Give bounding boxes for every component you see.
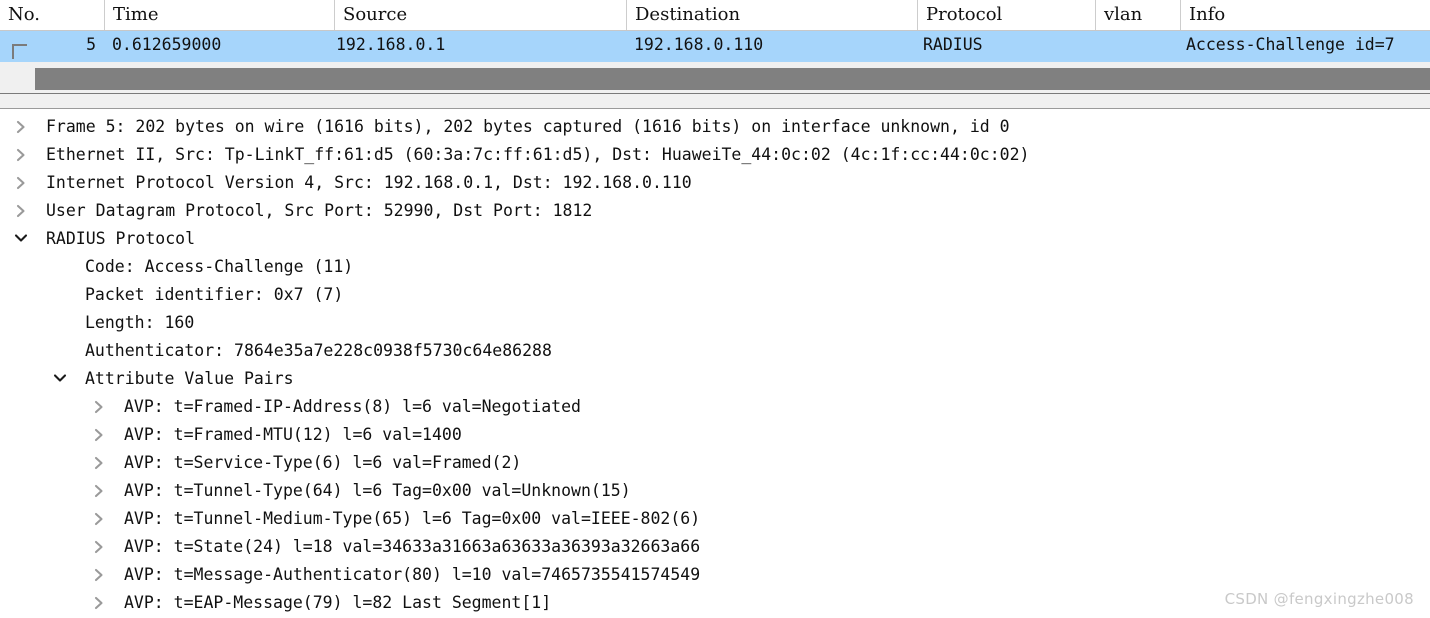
chevron-right-icon[interactable]: [90, 421, 108, 449]
packet-list-pane[interactable]: No. Time Source Destination Protocol vla…: [0, 0, 1430, 94]
column-header-time[interactable]: Time: [104, 0, 334, 30]
detail-tree-row-label: AVP: t=Service-Type(6) l=6 val=Framed(2): [124, 453, 522, 472]
detail-tree-row-label: Internet Protocol Version 4, Src: 192.16…: [46, 173, 692, 192]
column-header-source[interactable]: Source: [334, 0, 626, 30]
detail-tree-row-label: AVP: t=Tunnel-Type(64) l=6 Tag=0x00 val=…: [124, 481, 631, 500]
detail-tree-row-label: Packet identifier: 0x7 (7): [85, 285, 344, 304]
chevron-down-icon[interactable]: [12, 225, 30, 253]
chevron-right-icon[interactable]: [90, 533, 108, 561]
cell-info: Access-Challenge id=7: [1186, 35, 1395, 54]
column-header-info[interactable]: Info: [1180, 0, 1430, 30]
detail-tree-row-label: Authenticator: 7864e35a7e228c0938f5730c6…: [85, 341, 552, 360]
cell-no: 5: [86, 35, 96, 54]
detail-tree-row-label: User Datagram Protocol, Src Port: 52990,…: [46, 201, 593, 220]
detail-tree-row[interactable]: AVP: t=Tunnel-Medium-Type(65) l=6 Tag=0x…: [0, 505, 1430, 533]
detail-tree-row[interactable]: Packet identifier: 0x7 (7): [0, 281, 1430, 309]
detail-tree-row-label: Code: Access-Challenge (11): [85, 257, 354, 276]
chevron-down-icon[interactable]: [51, 365, 69, 393]
detail-tree-row-label: Ethernet II, Src: Tp-LinkT_ff:61:d5 (60:…: [46, 145, 1030, 164]
detail-tree-row[interactable]: Length: 160: [0, 309, 1430, 337]
detail-tree-row-label: Attribute Value Pairs: [85, 369, 294, 388]
packet-list-header[interactable]: No. Time Source Destination Protocol vla…: [0, 0, 1430, 31]
cell-protocol: RADIUS: [923, 35, 983, 54]
detail-tree-row[interactable]: Frame 5: 202 bytes on wire (1616 bits), …: [0, 113, 1430, 141]
watermark-text: CSDN @fengxingzhe008: [1224, 590, 1414, 608]
chevron-right-icon[interactable]: [90, 449, 108, 477]
chevron-right-icon[interactable]: [90, 477, 108, 505]
column-header-vlan[interactable]: vlan: [1095, 0, 1180, 30]
detail-tree-row-label: RADIUS Protocol: [46, 229, 196, 248]
chevron-right-icon[interactable]: [90, 589, 108, 617]
detail-tree-row-label: AVP: t=Message-Authenticator(80) l=10 va…: [124, 565, 701, 584]
detail-tree-row-label: Length: 160: [85, 313, 195, 332]
cell-destination: 192.168.0.110: [634, 35, 764, 54]
detail-tree-row-label: Frame 5: 202 bytes on wire (1616 bits), …: [46, 117, 1010, 136]
cell-time: 0.612659000: [112, 35, 222, 54]
detail-tree-row[interactable]: User Datagram Protocol, Src Port: 52990,…: [0, 197, 1430, 225]
column-header-no[interactable]: No.: [0, 0, 104, 30]
detail-tree-row-label: AVP: t=Tunnel-Medium-Type(65) l=6 Tag=0x…: [124, 509, 701, 528]
detail-tree-row[interactable]: AVP: t=Message-Authenticator(80) l=10 va…: [0, 561, 1430, 589]
detail-tree-row[interactable]: Authenticator: 7864e35a7e228c0938f5730c6…: [0, 337, 1430, 365]
detail-tree-row[interactable]: RADIUS Protocol: [0, 225, 1430, 253]
chevron-right-icon[interactable]: [12, 197, 30, 225]
detail-tree-row-label: AVP: t=State(24) l=18 val=34633a31663a63…: [124, 537, 701, 556]
packet-list-row-selected[interactable]: 5 0.612659000 192.168.0.1 192.168.0.110 …: [0, 31, 1430, 62]
detail-tree-row[interactable]: AVP: t=EAP-Message(79) l=82 Last Segment…: [0, 589, 1430, 617]
chevron-right-icon[interactable]: [90, 561, 108, 589]
detail-tree-row-label: AVP: t=Framed-MTU(12) l=6 val=1400: [124, 425, 462, 444]
chevron-right-icon[interactable]: [90, 505, 108, 533]
chevron-right-icon[interactable]: [12, 141, 30, 169]
scrollbar-thumb[interactable]: [35, 68, 1430, 90]
detail-tree-row-label: AVP: t=Framed-IP-Address(8) l=6 val=Nego…: [124, 397, 581, 416]
detail-tree-row[interactable]: AVP: t=Framed-MTU(12) l=6 val=1400: [0, 421, 1430, 449]
cell-vlan: [1100, 31, 1180, 62]
detail-tree-row[interactable]: Ethernet II, Src: Tp-LinkT_ff:61:d5 (60:…: [0, 141, 1430, 169]
packet-list-horizontal-scrollbar[interactable]: [0, 62, 1430, 94]
chevron-right-icon[interactable]: [90, 393, 108, 421]
detail-tree-row[interactable]: Internet Protocol Version 4, Src: 192.16…: [0, 169, 1430, 197]
detail-tree-row[interactable]: AVP: t=Tunnel-Type(64) l=6 Tag=0x00 val=…: [0, 477, 1430, 505]
cell-source: 192.168.0.1: [336, 35, 446, 54]
packet-detail-pane[interactable]: Frame 5: 202 bytes on wire (1616 bits), …: [0, 109, 1430, 617]
detail-tree-row[interactable]: AVP: t=Framed-IP-Address(8) l=6 val=Nego…: [0, 393, 1430, 421]
pane-divider[interactable]: [0, 94, 1430, 109]
detail-tree-row[interactable]: AVP: t=Service-Type(6) l=6 val=Framed(2): [0, 449, 1430, 477]
column-header-protocol[interactable]: Protocol: [917, 0, 1095, 30]
detail-tree-row[interactable]: Code: Access-Challenge (11): [0, 253, 1430, 281]
chevron-right-icon[interactable]: [12, 113, 30, 141]
detail-tree-row-label: AVP: t=EAP-Message(79) l=82 Last Segment…: [124, 593, 552, 612]
detail-tree-row[interactable]: AVP: t=State(24) l=18 val=34633a31663a63…: [0, 533, 1430, 561]
column-header-destination[interactable]: Destination: [626, 0, 917, 30]
detail-tree-row[interactable]: Attribute Value Pairs: [0, 365, 1430, 393]
chevron-right-icon[interactable]: [12, 169, 30, 197]
